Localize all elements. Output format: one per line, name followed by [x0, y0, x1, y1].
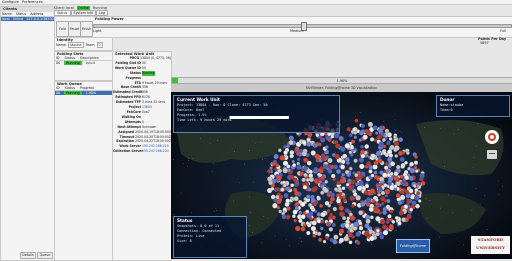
menu-item-configure[interactable]: Configure [2, 0, 19, 4]
wu-field-value: 155.247.166.220 [142, 149, 169, 154]
hud-status-size: Size: 8 [177, 239, 192, 243]
folding-slots-panel: Folding Slots ID Status Description 00 R… [54, 51, 113, 81]
slot-row[interactable]: 00 Running cpu:4 [55, 61, 112, 65]
client-name: local [2, 17, 10, 21]
hud-progress-fill [229, 116, 231, 119]
clients-bottom-buttons: Details Queue [20, 252, 53, 259]
viewer-titlebar: FAHViewer: Folding@home 3D Visualization [171, 84, 512, 92]
queue-status: Running [64, 91, 82, 95]
hud-donor-team: Team:0 [440, 108, 453, 112]
team-field[interactable]: 0 [96, 42, 103, 48]
queue-button[interactable]: Queue [37, 252, 53, 259]
power-slider-track[interactable] [93, 22, 512, 31]
queue-row[interactable]: 00 Running 1.90% [55, 91, 112, 95]
viewer-title: FAHViewer: Folding@home 3D Visualization [305, 86, 378, 90]
client-bar: Client: local Online Running [54, 5, 512, 10]
slot-id: 00 [56, 61, 61, 65]
queue-id: 00 [56, 91, 61, 95]
slot-desc: cpu:4 [85, 61, 95, 65]
slots-col-id: ID [56, 56, 60, 60]
slots-col-status: Status [64, 56, 76, 60]
wu-field-value: 0xa7 [142, 109, 150, 114]
clients-col-status: Status [15, 12, 27, 16]
slider-label-full: Full [500, 29, 506, 33]
finish-button[interactable]: Finish [80, 21, 93, 37]
hud-progress-track [229, 116, 289, 119]
stanford-logo: STANFORD UNIVERSITY [471, 236, 510, 254]
progress-bar-text: 1.90% [336, 78, 348, 83]
queue-col-id: ID [56, 86, 60, 90]
name-field[interactable]: stauba [68, 42, 84, 48]
clients-row-local[interactable]: local Online 127.0.0.1:36330 [1, 17, 54, 21]
identity-panel: Identity Name stauba Team 0 [54, 37, 113, 51]
stanford-text: STANFORD UNIVERSITY [475, 237, 506, 250]
progress-bar: 1.90% [171, 77, 512, 84]
client-address: 127.0.0.1:36330 [26, 17, 54, 21]
client-status: Online [12, 17, 24, 21]
name-label: Name [56, 43, 67, 47]
hud-donor-title: Donor [440, 97, 455, 102]
points-per-day: Points Per Day 5897 [478, 37, 511, 49]
work-queue-panel: Work Queue ID Status Progress 00 Running… [54, 81, 113, 261]
wu-field-value: Running [142, 70, 155, 76]
hud-donor: Donor Name:stauba Team:0 [436, 95, 510, 117]
slider-label-medium: Medium [290, 29, 304, 33]
slider-label-light: Light [93, 29, 102, 33]
folding-power-title: Folding Power [95, 17, 124, 21]
slot-status: Running [64, 61, 82, 65]
queue-progress: 1.90% [85, 91, 97, 95]
client-label: Client: local [54, 5, 74, 10]
fah-viewer-window: FAHViewer: Folding@home 3D Visualization… [171, 84, 512, 259]
clients-col-name: Name [2, 12, 12, 16]
team-label: Team [85, 43, 95, 47]
clients-col-address: Address [30, 12, 44, 16]
client-state: Running [92, 5, 107, 10]
menu-item-preferences[interactable]: Preferences [22, 0, 43, 4]
wu-field-row: Collection Server 155.247.166.220 [113, 149, 171, 154]
identity-row: Name stauba Team 0 [55, 42, 112, 48]
hud-current-wu: Current Work Unit Project: 13804 - Run: … [173, 95, 340, 133]
lifesaver-icon[interactable] [485, 130, 499, 144]
work-unit-fields: PRCG 13804 (0, 4773, 56) Folding Slot ID 00… [113, 56, 171, 154]
wu-field-label: Collection Server [113, 149, 143, 154]
clients-panel: Clients Name Status Address local Online… [0, 6, 55, 261]
toolbox-icon[interactable] [487, 150, 497, 159]
client-status-badge: Online [76, 5, 90, 10]
folding-at-home-logo: Folding@home [396, 239, 430, 253]
hud-status-title: Status [177, 218, 193, 223]
queue-col-progress: Progress [80, 86, 95, 90]
queue-col-status: Status [64, 86, 76, 90]
folding-power-panel: Folding Power Fold Pause Finish Light Me… [54, 16, 512, 38]
slots-col-desc: Description [80, 56, 99, 60]
ppd-value: 5897 [480, 41, 489, 45]
hud-current-wu-title: Current Work Unit [177, 97, 220, 102]
work-unit-panel: Selected Work Unit PRCG 13804 (0, 4773, 5… [112, 51, 172, 261]
hud-status: Status Snapshots: 0.0 of 11 Connection: … [173, 216, 247, 258]
details-button[interactable]: Details [20, 252, 36, 259]
